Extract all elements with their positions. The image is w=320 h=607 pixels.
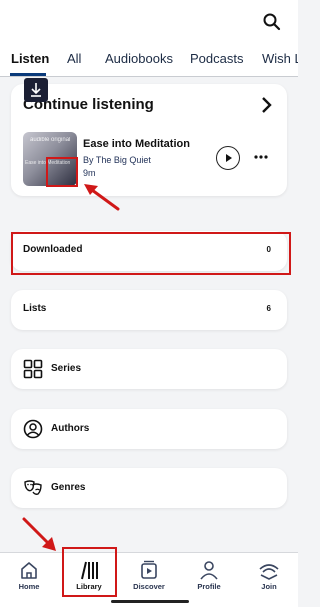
lists-count: 6 (266, 304, 271, 313)
authors-label: Authors (51, 423, 90, 434)
join-icon (259, 564, 279, 580)
nav-discover[interactable]: Discover (121, 553, 177, 607)
person-circle-icon (23, 419, 43, 439)
nav-join[interactable]: Join (241, 553, 297, 607)
book-duration: 9m (83, 168, 96, 178)
nav-library-label: Library (76, 582, 102, 591)
nav-join-label: Join (261, 582, 277, 591)
play-button[interactable] (216, 146, 240, 170)
book-author: By The Big Quiet (83, 155, 151, 165)
downloaded-label: Downloaded (23, 244, 83, 255)
home-indicator (111, 600, 189, 603)
series-label: Series (51, 363, 82, 374)
search-icon (263, 13, 281, 31)
download-icon (31, 83, 41, 97)
downloaded-row[interactable]: Downloaded 0 (11, 231, 287, 271)
authors-row[interactable]: Authors (11, 409, 287, 449)
annotation-arrow-library (22, 517, 56, 551)
series-icon-wrap (23, 359, 43, 379)
tab-listen[interactable]: Listen (11, 51, 49, 66)
more-horizontal-icon (254, 155, 268, 159)
tab-audiobooks[interactable]: Audiobooks (105, 51, 173, 66)
nav-home-label: Home (18, 582, 40, 591)
chevron-right-icon (262, 97, 272, 113)
top-bar (0, 0, 298, 44)
authors-icon-wrap (23, 419, 43, 439)
book-cover[interactable]: audible original Ease into Meditation (23, 132, 77, 186)
tab-podcasts[interactable]: Podcasts (190, 51, 243, 66)
tab-wishlist[interactable]: Wish L (262, 51, 298, 66)
nav-profile-label: Profile (197, 582, 221, 591)
genres-icon-wrap (23, 478, 43, 498)
more-options-button[interactable] (252, 149, 270, 165)
tab-all[interactable]: All (67, 51, 81, 66)
genres-label: Genres (51, 482, 86, 493)
discover-icon (141, 560, 157, 579)
search-button[interactable] (262, 12, 282, 32)
downloaded-count: 0 (266, 245, 271, 254)
cover-title-text: Ease into Meditation (25, 160, 71, 166)
play-icon (226, 154, 232, 162)
nav-discover-label: Discover (133, 582, 165, 591)
nav-profile[interactable]: Profile (181, 553, 237, 607)
download-button[interactable] (24, 78, 48, 102)
lists-row[interactable]: Lists 6 (11, 290, 287, 330)
library-icon (81, 561, 98, 580)
home-icon (21, 562, 37, 579)
genres-row[interactable]: Genres (11, 468, 287, 508)
nav-home[interactable]: Home (1, 553, 57, 607)
lists-label: Lists (23, 303, 47, 314)
active-tab-indicator (10, 73, 46, 76)
series-row[interactable]: Series (11, 349, 287, 389)
profile-icon (200, 561, 218, 580)
bottom-navigation: Home Library Discover Profile Join (0, 552, 298, 607)
grid-icon (23, 359, 43, 379)
library-tabs: Listen All Audiobooks Podcasts Wish L (0, 44, 298, 77)
book-title[interactable]: Ease into Meditation (83, 138, 190, 150)
nav-library[interactable]: Library (61, 553, 117, 607)
cover-brand-text: audible original (30, 137, 71, 143)
continue-listening-chevron[interactable] (259, 96, 275, 114)
masks-icon (24, 480, 42, 495)
